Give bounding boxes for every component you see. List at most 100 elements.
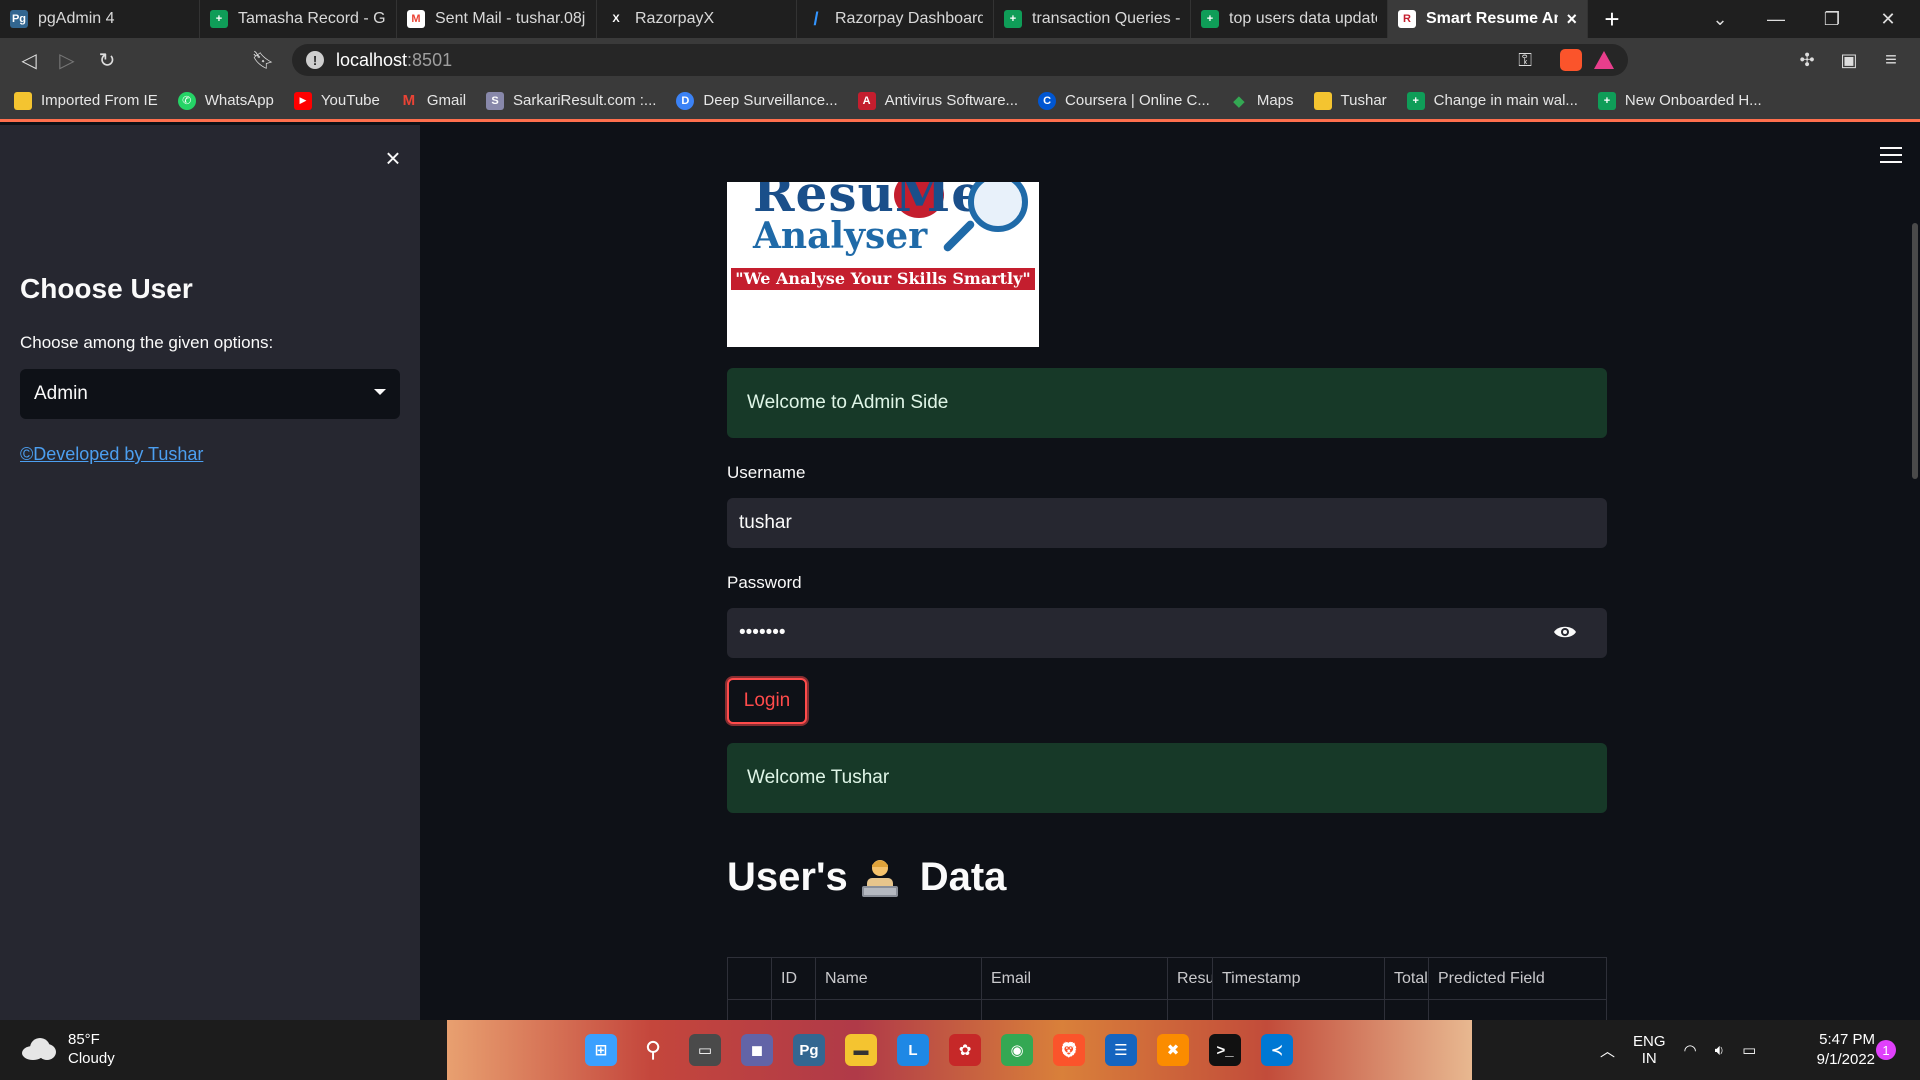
- new-tab-button[interactable]: +: [1588, 0, 1636, 38]
- bookmark-tushar[interactable]: Tushar: [1313, 91, 1387, 110]
- l-app-icon[interactable]: L: [897, 1034, 929, 1066]
- key-icon[interactable]: ⚿: [1518, 50, 1532, 71]
- column-header-predicted-field[interactable]: Predicted Field: [1429, 958, 1606, 999]
- postgres-icon[interactable]: Pg: [793, 1034, 825, 1066]
- close-window-button[interactable]: ✕: [1860, 0, 1916, 38]
- extensions-icon[interactable]: ✣: [1792, 46, 1822, 74]
- tab-sent-mail[interactable]: M Sent Mail - tushar.08j@: [397, 0, 597, 38]
- search-icon[interactable]: ⚲: [637, 1034, 669, 1066]
- bookmark-sarkariresult[interactable]: S SarkariResult.com :...: [486, 91, 656, 110]
- tab-pgadmin[interactable]: Pg pgAdmin 4: [0, 0, 200, 38]
- notification-badge[interactable]: 1: [1876, 1040, 1896, 1060]
- file-explorer-icon[interactable]: ▬: [845, 1034, 877, 1066]
- username-input[interactable]: tushar: [727, 498, 1607, 548]
- column-header-email[interactable]: Email: [982, 958, 1168, 999]
- chrome-icon[interactable]: ◉: [1001, 1034, 1033, 1066]
- bookmark-gmail[interactable]: M Gmail: [400, 92, 466, 110]
- bookmark-antivirus[interactable]: A Antivirus Software...: [857, 91, 1018, 110]
- column-header-name[interactable]: Name: [816, 958, 982, 999]
- tab-razorpay-dashboard[interactable]: / Razorpay Dashboard: [797, 0, 994, 38]
- bookmark-imported-from-ie[interactable]: Imported From IE: [14, 91, 158, 110]
- magnifier-icon: [968, 182, 1028, 232]
- bookmark-icon[interactable]: 🔖︎: [248, 46, 278, 74]
- scrollbar[interactable]: [1912, 223, 1918, 479]
- bookmark-label: Change in main wal...: [1433, 92, 1578, 109]
- selected-option: Admin: [34, 383, 88, 404]
- time: 5:47 PM: [1819, 1031, 1875, 1048]
- bookmark-maps[interactable]: ◆ Maps: [1230, 92, 1293, 110]
- chevron-up-icon[interactable]: ︿: [1600, 1040, 1615, 1061]
- menu-icon[interactable]: ≡: [1876, 46, 1906, 74]
- address-bar[interactable]: ! localhost:8501 ⚿: [292, 44, 1628, 76]
- folder-icon: [14, 91, 32, 110]
- show-password-icon[interactable]: [1553, 624, 1577, 640]
- bookmark-change-in-main-wal[interactable]: + Change in main wal...: [1406, 91, 1578, 110]
- task-view-icon[interactable]: ▭: [689, 1034, 721, 1066]
- back-icon[interactable]: ◁: [14, 46, 44, 74]
- language-indicator[interactable]: ENG IN: [1633, 1033, 1666, 1067]
- restore-button[interactable]: ❐: [1804, 0, 1860, 38]
- tab-transaction-queries[interactable]: + transaction Queries - G: [994, 0, 1191, 38]
- login-button[interactable]: Login: [727, 678, 807, 724]
- tab-top-users[interactable]: + top users data updatec: [1191, 0, 1388, 38]
- xampp-icon[interactable]: ✖: [1157, 1034, 1189, 1066]
- bookmark-whatsapp[interactable]: ✆ WhatsApp: [177, 91, 274, 110]
- windows-start-icon[interactable]: ⊞: [585, 1034, 617, 1066]
- minimize-button[interactable]: —: [1748, 0, 1804, 38]
- main-content: ResuMe Analyser "We Analyse Your Skills …: [420, 125, 1920, 1020]
- tab-search-icon[interactable]: ⌄: [1692, 0, 1748, 38]
- user-type-select[interactable]: Admin: [20, 369, 400, 419]
- brave-shield-icon[interactable]: [1560, 49, 1582, 71]
- users-data-table[interactable]: ID Name Email Resu Timestamp Total Predi…: [727, 957, 1607, 1020]
- vscode-icon[interactable]: ≺: [1261, 1034, 1293, 1066]
- password-value: •••••••: [739, 622, 786, 643]
- taskbar-wallpaper: ⊞ ⚲ ▭ ◼ Pg ▬ L ✿ ◉ 🦁︎ ☰ ✖ >_ ≺: [447, 1020, 1472, 1080]
- teams-chat-icon[interactable]: ◼: [741, 1034, 773, 1066]
- volume-icon[interactable]: 🔉︎: [1715, 1042, 1724, 1059]
- bookmarks-bar: Imported From IE ✆ WhatsApp ▶ YouTube M Gma…: [0, 82, 1920, 122]
- weather-widget[interactable]: 85°F Cloudy: [22, 1030, 115, 1068]
- pgadmin-icon: Pg: [10, 10, 28, 28]
- close-sidebar-icon[interactable]: ×: [380, 145, 406, 171]
- razorpayx-icon: X: [612, 13, 620, 25]
- wifi-icon[interactable]: ◠: [1684, 1041, 1697, 1059]
- table-row[interactable]: [728, 1000, 1606, 1020]
- whatsapp-icon: ✆: [177, 91, 196, 110]
- magnifier-handle: [942, 219, 976, 253]
- deep-surveillance-icon: D: [676, 91, 695, 110]
- bookmark-youtube[interactable]: ▶ YouTube: [293, 91, 380, 110]
- column-header-id[interactable]: ID: [772, 958, 816, 999]
- logo-tagline: "We Analyse Your Skills Smartly": [731, 268, 1035, 290]
- app-icon[interactable]: ✿: [949, 1034, 981, 1066]
- notepad-icon[interactable]: ☰: [1105, 1034, 1137, 1066]
- terminal-icon[interactable]: >_: [1209, 1034, 1241, 1066]
- razorpay-icon: /: [813, 8, 819, 29]
- brave-icon[interactable]: 🦁︎: [1053, 1034, 1085, 1066]
- forward-icon[interactable]: ▷: [52, 46, 82, 74]
- battery-icon[interactable]: ▭: [1742, 1041, 1756, 1059]
- site-info-icon[interactable]: !: [306, 51, 324, 69]
- hamburger-menu-icon[interactable]: [1880, 147, 1902, 168]
- tab-title: top users data updatec: [1229, 10, 1377, 27]
- bookmark-label: Coursera | Online C...: [1065, 92, 1210, 109]
- bookmark-new-onboarded[interactable]: + New Onboarded H...: [1597, 91, 1762, 110]
- password-input[interactable]: •••••••: [727, 608, 1607, 658]
- clock[interactable]: 5:47 PM 9/1/2022: [1800, 1030, 1875, 1070]
- reload-icon[interactable]: ↻: [92, 46, 122, 74]
- bookmark-coursera[interactable]: C Coursera | Online C...: [1038, 91, 1210, 110]
- brave-rewards-icon[interactable]: [1594, 51, 1614, 69]
- column-header-total-pages[interactable]: Total: [1385, 958, 1429, 999]
- column-header-timestamp[interactable]: Timestamp: [1213, 958, 1385, 999]
- antivirus-icon: A: [857, 91, 876, 110]
- wallet-icon[interactable]: ▣: [1834, 46, 1864, 74]
- tab-razorpayx[interactable]: X RazorpayX: [597, 0, 797, 38]
- tab-smart-resume-analyser[interactable]: R Smart Resume Ana ×: [1388, 0, 1588, 38]
- column-header-resume-score[interactable]: Resu: [1168, 958, 1213, 999]
- bookmark-deep-surveillance[interactable]: D Deep Surveillance...: [676, 91, 838, 110]
- tab-tamasha-record[interactable]: + Tamasha Record - Goo: [200, 0, 397, 38]
- developer-link[interactable]: ©Developed by Tushar: [20, 444, 203, 465]
- bookmark-label: Deep Surveillance...: [703, 92, 838, 109]
- column-header-index[interactable]: [728, 958, 772, 999]
- close-tab-icon[interactable]: ×: [1558, 9, 1577, 30]
- tab-title: Smart Resume Ana: [1426, 10, 1559, 27]
